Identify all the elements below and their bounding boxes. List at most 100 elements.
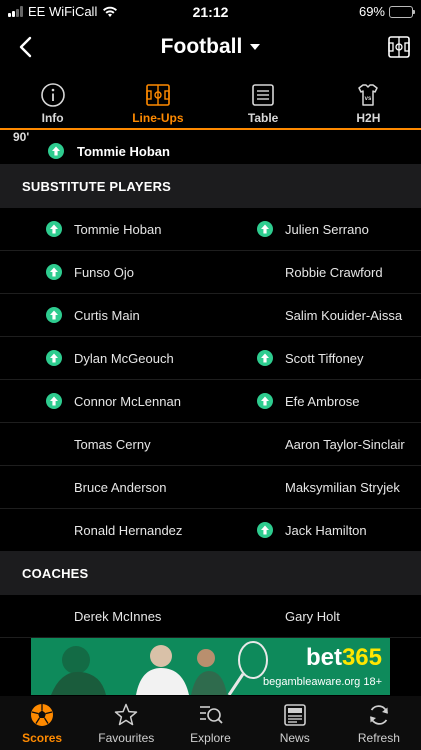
player-name: Connor McLennan [74,393,181,409]
substitute-row: Connor McLennan Efe Ambrose [0,380,421,423]
nav-favourites[interactable]: Favourites [84,696,168,750]
player-name: Scott Tiffoney [285,350,364,366]
substitute-row: Dylan McGeouch Scott Tiffoney [0,337,421,380]
section-title: COACHES [22,566,89,581]
search-list-icon [199,706,223,724]
substitution-event-row: 90' Tommie Hoban [0,130,421,164]
coaches-row: Derek McInnes Gary Holt [0,595,421,638]
player-name: Salim Kouider-Aissa [285,307,403,323]
ad-banner[interactable]: bet365 begambleaware.org 18+ [31,638,390,695]
coach-name: Gary Holt [285,608,340,624]
tab-label: Table [247,111,279,125]
battery-icon [389,5,415,18]
away-player[interactable]: Efe Ambrose [257,380,359,422]
caret-down-icon [250,44,261,51]
sub-in-icon [257,350,273,366]
nav-news[interactable]: News [253,696,337,750]
player-name: Robbie Crawford [285,264,383,280]
player-name: Ronald Hernandez [74,522,183,538]
tab-label: Line-Ups [132,111,184,125]
away-player[interactable]: Salim Kouider-Aissa [257,294,402,336]
tab-table[interactable]: Table [211,72,316,128]
player-name: Tommie Hoban [77,144,170,159]
sub-in-icon [46,264,62,280]
section-title: SUBSTITUTE PLAYERS [22,179,172,194]
tab-info[interactable]: Info [0,72,105,128]
nav-scores[interactable]: Scores [0,696,84,750]
sub-in-icon [46,307,62,323]
newspaper-icon [283,704,306,726]
status-bar: EE WiFiCall 21:12 69% [0,0,421,24]
event-minute: 90' [13,130,30,144]
nav-label: Explore [190,731,231,745]
sport-selector[interactable]: Football [0,35,421,59]
tab-line-ups[interactable]: Line-Ups [105,72,210,128]
sub-in-icon [257,393,273,409]
away-player[interactable]: Maksymilian Stryjek [257,466,400,508]
home-player[interactable]: Bruce Anderson [46,466,167,508]
substitute-row: Tomas Cerny Aaron Taylor-Sinclair [0,423,421,466]
home-player[interactable]: Tommie Hoban [46,208,161,250]
away-player[interactable]: Scott Tiffoney [257,337,364,379]
player-name: Aaron Taylor-Sinclair [285,436,405,452]
info-icon [40,83,65,107]
svg-text:vs: vs [365,96,372,102]
refresh-icon [370,705,388,725]
tennis-players-image [31,638,281,695]
away-player[interactable]: Julien Serrano [257,208,369,250]
nav-label: Favourites [98,731,155,745]
star-icon [115,703,138,726]
pitch-icon[interactable] [388,36,410,58]
bet365-logo: bet365 [305,644,382,671]
home-player[interactable]: Curtis Main [46,294,140,336]
player-name: Jack Hamilton [285,522,367,538]
away-player[interactable]: Jack Hamilton [257,509,367,551]
nav-label: Refresh [357,731,400,745]
player-name: Efe Ambrose [285,393,360,409]
clock: 21:12 [192,4,229,20]
sub-in-icon [48,143,64,159]
substitute-row: Curtis Main Salim Kouider-Aissa [0,294,421,337]
tab-bar: Info Line-Ups Table vs H2H [0,72,421,130]
sub-in-icon [46,393,62,409]
battery-percent: 69% [358,4,385,19]
player-name: Curtis Main [74,307,140,323]
home-player[interactable]: Tomas Cerny [46,423,151,465]
player-name: Dylan McGeouch [74,350,174,366]
home-player[interactable]: Ronald Hernandez [46,509,182,551]
tab-h2h[interactable]: vs H2H [316,72,421,128]
tab-label: Info [41,111,64,125]
section-header-substitutes: SUBSTITUTE PLAYERS [0,164,421,208]
nav-explore[interactable]: Explore [168,696,252,750]
section-header-coaches: COACHES [0,551,421,595]
lineups-content: 90' Tommie Hoban SUBSTITUTE PLAYERS Tomm… [0,130,421,638]
nav-bar: Football [0,24,421,70]
player-name: Bruce Anderson [74,479,167,495]
page-title: Football [160,35,243,58]
home-player[interactable]: Connor McLennan [46,380,181,422]
substitute-row: Funso Ojo Robbie Crawford [0,251,421,294]
sub-in-icon [257,522,273,538]
player-name: Tomas Cerny [74,436,151,452]
player-name: Maksymilian Stryjek [285,479,400,495]
nav-label: Scores [22,731,63,745]
player-name: Julien Serrano [285,221,369,237]
away-coach[interactable]: Gary Holt [257,595,340,637]
sub-in-icon [46,350,62,366]
sub-in-icon [46,221,62,237]
substitute-row: Ronald Hernandez Jack Hamilton [0,509,421,552]
bottom-nav: Scores Favourites Explore News Refresh [0,696,421,750]
coach-name: Derek McInnes [74,608,162,624]
away-player[interactable]: Robbie Crawford [257,251,383,293]
home-coach[interactable]: Derek McInnes [46,595,161,637]
home-player[interactable]: Funso Ojo [46,251,134,293]
gamble-aware-text: begambleaware.org 18+ [263,676,382,688]
away-player[interactable]: Aaron Taylor-Sinclair [257,423,405,465]
status-right: 69% [358,4,415,19]
home-player[interactable]: Dylan McGeouch [46,337,174,379]
shirt-icon: vs [358,84,379,106]
substitute-row: Bruce Anderson Maksymilian Stryjek [0,466,421,509]
nav-refresh[interactable]: Refresh [337,696,421,750]
player-name: Funso Ojo [74,264,134,280]
tab-label: H2H [356,111,381,125]
